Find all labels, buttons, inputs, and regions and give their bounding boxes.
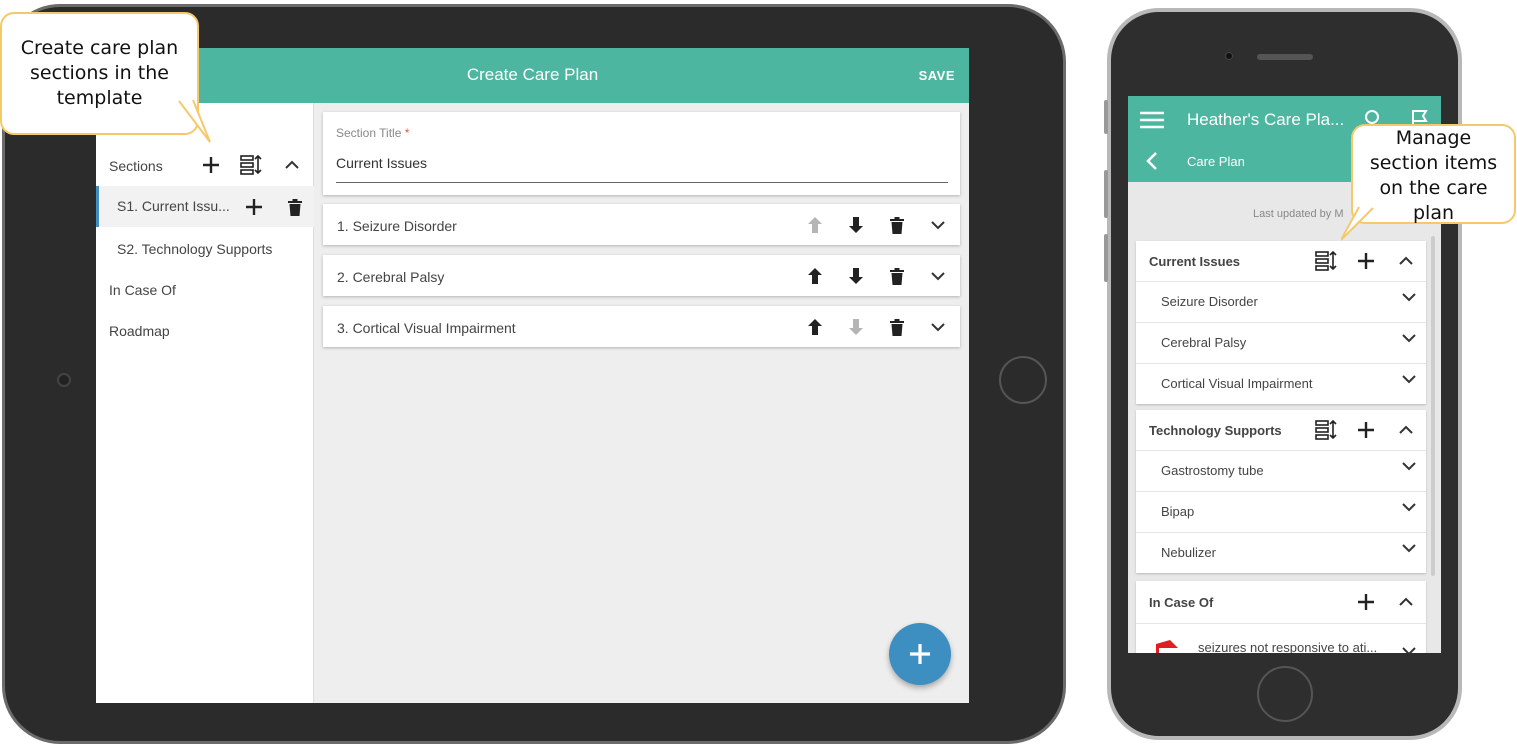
move-up-icon[interactable] [803,213,827,237]
section-card-title: Current Issues [1149,254,1241,269]
collapse-icon[interactable] [1394,249,1418,273]
callout-create-sections: Create care plan sections in the templat… [0,12,211,143]
section-title-card: Section Title * Current Issues [323,112,960,195]
section-card-title: Technology Supports [1149,423,1282,438]
move-down-icon[interactable] [844,264,868,288]
chevron-down-icon[interactable] [1402,292,1416,302]
list-item[interactable]: Cerebral Palsy [1136,322,1426,363]
item-label: 3. Cortical Visual Impairment [337,320,516,336]
section-card-title: In Case Of [1149,595,1214,610]
delete-section-icon[interactable] [283,195,307,219]
callout-pointer [1341,206,1376,241]
phone-home-button [1257,666,1313,722]
chevron-down-icon[interactable] [1402,333,1416,343]
add-section-icon[interactable] [199,153,223,177]
move-down-icon[interactable] [844,213,868,237]
sidebar-item-roadmap[interactable]: Roadmap [109,323,170,339]
tablet-camera [57,373,71,387]
add-item-fab[interactable] [889,623,951,685]
sidebar-item-label: S1. Current Issu... [117,198,230,214]
section-title-label: Section Title * [336,126,410,140]
sidebar-item-technology-supports[interactable]: S2. Technology Supports [117,241,272,257]
app-header: Create Care Plan SAVE [96,48,969,103]
reorder-items-icon[interactable] [1314,418,1338,442]
move-down-icon[interactable] [844,315,868,339]
chevron-down-icon[interactable] [1402,646,1416,653]
add-item-icon[interactable] [242,195,266,219]
section-item-row[interactable]: 2. Cerebral Palsy [323,255,960,296]
list-item[interactable]: Gastrostomy tube [1136,450,1426,491]
reorder-sections-icon[interactable] [239,153,263,177]
phone-side-button [1104,170,1108,218]
sections-heading: Sections [109,158,163,174]
add-item-icon[interactable] [1354,418,1378,442]
add-item-icon[interactable] [1354,249,1378,273]
plus-icon [910,644,930,664]
phone-side-button [1104,100,1108,134]
tablet-screen: Create Care Plan SAVE Sections S1. Curre… [96,48,969,703]
section-card-technology-supports: Technology Supports Gastrostomy tube Bip… [1136,410,1426,573]
reorder-items-icon[interactable] [1314,249,1338,273]
chevron-down-icon[interactable] [926,213,950,237]
chevron-down-icon[interactable] [1402,374,1416,384]
collapse-icon[interactable] [280,153,304,177]
input-underline [336,182,948,183]
add-item-icon[interactable] [1354,590,1378,614]
scrollbar[interactable] [1431,236,1435,576]
list-item[interactable]: Cortical Visual Impairment [1136,363,1426,404]
list-item[interactable]: Bipap [1136,491,1426,532]
delete-item-icon[interactable] [885,264,909,288]
section-title-input[interactable]: Current Issues [336,155,427,171]
delete-item-icon[interactable] [885,315,909,339]
section-card-current-issues: Current Issues Seizure Disorder Cerebral… [1136,241,1426,404]
delete-item-icon[interactable] [885,213,909,237]
phone-speaker [1257,54,1313,60]
section-item-row[interactable]: 1. Seizure Disorder [323,204,960,245]
chevron-down-icon[interactable] [1402,543,1416,553]
last-updated-text: Last updated by M [1253,208,1344,220]
tablet-home-button [999,356,1047,404]
main-content: Section Title * Current Issues 1. Seizur… [314,103,969,703]
collapse-icon[interactable] [1394,418,1418,442]
phone-side-button [1104,234,1108,282]
chevron-down-icon[interactable] [926,264,950,288]
sidebar-item-current-issues[interactable]: S1. Current Issu... [96,186,314,227]
section-card-in-case-of: In Case Of seizures not responsive to at… [1136,581,1426,653]
list-item[interactable]: seizures not responsive to ati... [1136,623,1426,653]
sections-sidebar: Sections S1. Current Issu... S2. Technol… [96,103,314,703]
chevron-down-icon[interactable] [1402,502,1416,512]
chevron-down-icon[interactable] [926,315,950,339]
phone-title: Heather's Care Pla... [1187,110,1345,129]
item-label: 1. Seizure Disorder [337,218,457,234]
phone-subtitle: Care Plan [1187,154,1245,169]
page-title: Create Care Plan [466,65,599,84]
back-arrow-icon[interactable] [1144,152,1160,170]
collapse-icon[interactable] [1394,590,1418,614]
callout-pointer [177,99,211,143]
phone-camera [1225,52,1233,60]
callout-manage-items: Manage section items on the care plan [1341,124,1516,241]
red-flag-icon [1156,640,1178,653]
list-item[interactable]: Seizure Disorder [1136,281,1426,322]
list-item[interactable]: Nebulizer [1136,532,1426,573]
item-label: 2. Cerebral Palsy [337,269,445,285]
move-up-icon[interactable] [803,264,827,288]
chevron-down-icon[interactable] [1402,461,1416,471]
menu-icon[interactable] [1140,109,1164,131]
section-item-row[interactable]: 3. Cortical Visual Impairment [323,306,960,347]
move-up-icon[interactable] [803,315,827,339]
save-button[interactable]: SAVE [919,68,955,83]
sidebar-item-in-case-of[interactable]: In Case Of [109,282,176,298]
